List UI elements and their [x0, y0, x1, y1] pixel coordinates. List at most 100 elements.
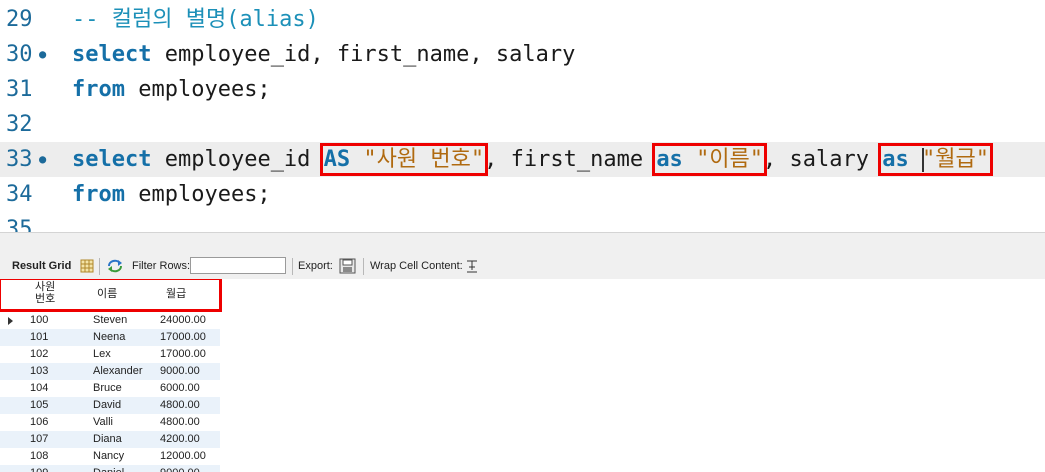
panel-splitter[interactable]	[0, 232, 1045, 255]
table-row[interactable]: 109 Daniel 9000.00	[0, 465, 220, 472]
alias-box-2: as "이름"	[652, 143, 768, 176]
sql-token: employee_id	[151, 147, 324, 172]
table-cell[interactable]: Daniel	[93, 465, 124, 472]
sql-keyword: AS	[323, 147, 351, 172]
table-row[interactable]: 101 Neena 17000.00	[0, 329, 220, 346]
code-line[interactable]: 35	[0, 212, 1045, 232]
table-row[interactable]: 103 Alexander 9000.00	[0, 363, 220, 380]
alias-box-1: AS "사원 번호"	[319, 143, 489, 176]
header-highlight-box	[0, 279, 222, 312]
code-line[interactable]: 29 -- 컬럼의 별명(alias)	[0, 2, 1045, 37]
table-row[interactable]: 100 Steven 24000.00	[0, 312, 220, 329]
sql-token: , salary	[763, 147, 883, 172]
table-cell[interactable]: Valli	[93, 414, 113, 431]
grid-header: 사원 번호 이름 월급	[0, 279, 222, 312]
code-line[interactable]: 32	[0, 107, 1045, 142]
table-row[interactable]: 108 Nancy 12000.00	[0, 448, 220, 465]
fold-marker-icon[interactable]: ●	[39, 37, 46, 72]
filter-rows-label: Filter Rows:	[132, 260, 191, 272]
table-cell[interactable]: 104	[30, 380, 48, 397]
table-cell[interactable]: 4200.00	[160, 431, 200, 448]
table-cell[interactable]: Neena	[93, 329, 125, 346]
table-cell[interactable]: 4800.00	[160, 397, 200, 414]
code-line[interactable]: 30 ● select employee_id, first_name, salar…	[0, 37, 1045, 72]
table-cell[interactable]: Diana	[93, 431, 122, 448]
sql-comment: -- 컬럼의 별명(alias)	[72, 7, 319, 32]
table-cell[interactable]: Lex	[93, 346, 111, 363]
table-cell[interactable]: 12000.00	[160, 448, 206, 465]
table-row[interactable]: 106 Valli 4800.00	[0, 414, 220, 431]
table-cell[interactable]: David	[93, 397, 121, 414]
code-text: -- 컬럼의 별명(alias)	[72, 2, 319, 37]
result-grid[interactable]: 사원 번호 이름 월급 100 Steven 24000.00 101 Neena 1700…	[0, 279, 1045, 472]
table-cell[interactable]: Nancy	[93, 448, 124, 465]
toolbar-divider	[99, 258, 100, 275]
table-cell[interactable]: 103	[30, 363, 48, 380]
row-pointer-icon	[8, 317, 13, 325]
wrap-cell-label: Wrap Cell Content:	[370, 260, 463, 272]
sql-keyword: from	[72, 182, 125, 207]
table-row[interactable]: 105 David 4800.00	[0, 397, 220, 414]
table-cell[interactable]: 101	[30, 329, 48, 346]
table-cell[interactable]: 17000.00	[160, 346, 206, 363]
toolbar-divider	[292, 258, 293, 275]
table-row[interactable]: 104 Bruce 6000.00	[0, 380, 220, 397]
code-text: select employee_id, first_name, salary	[72, 37, 575, 72]
wrap-text-icon[interactable]	[466, 254, 478, 279]
result-grid-tab[interactable]: Result Grid	[12, 254, 71, 279]
table-cell[interactable]: 105	[30, 397, 48, 414]
table-cell[interactable]: 109	[30, 465, 48, 472]
sql-string: "사원 번호"	[363, 147, 485, 172]
table-row[interactable]: 102 Lex 17000.00	[0, 346, 220, 363]
table-cell[interactable]: Alexander	[93, 363, 143, 380]
sql-keyword: select	[72, 42, 152, 67]
sql-token: employee_id, first_name, salary	[151, 42, 576, 67]
table-cell[interactable]: 107	[30, 431, 48, 448]
filter-rows-input[interactable]	[190, 257, 286, 274]
sql-token: employees;	[124, 77, 271, 102]
export-icon[interactable]	[339, 254, 356, 279]
export-label: Export:	[298, 260, 333, 272]
code-line[interactable]: 33 ● select employee_id AS "사원 번호", first_…	[0, 142, 1045, 177]
table-cell[interactable]: 100	[30, 312, 48, 329]
sql-string: "이름"	[696, 147, 764, 172]
table-cell[interactable]: 108	[30, 448, 48, 465]
fold-marker-icon[interactable]: ●	[39, 142, 46, 177]
code-text: from employees;	[72, 72, 271, 107]
line-number: 34	[6, 182, 33, 207]
table-cell[interactable]: 4800.00	[160, 414, 200, 431]
sql-keyword: select	[72, 147, 152, 172]
sql-editor[interactable]: 29 -- 컬럼의 별명(alias) 30 ● select employee_id,…	[0, 0, 1045, 232]
table-row[interactable]: 107 Diana 4200.00	[0, 431, 220, 448]
result-toolbar: Result Grid Filter Rows: Export: Wrap Ce…	[0, 254, 1045, 280]
table-cell[interactable]: 9000.00	[160, 465, 200, 472]
line-number: 30	[6, 42, 33, 67]
line-number: 33	[6, 147, 33, 172]
code-line[interactable]: 31 from employees;	[0, 72, 1045, 107]
code-text: from employees;	[72, 177, 271, 212]
table-cell[interactable]: 17000.00	[160, 329, 206, 346]
line-number: 32	[6, 112, 33, 137]
line-number: 35	[6, 217, 33, 232]
table-cell[interactable]: 6000.00	[160, 380, 200, 397]
sql-keyword: as	[656, 147, 683, 172]
line-number: 29	[6, 7, 33, 32]
table-cell[interactable]: 102	[30, 346, 48, 363]
grid-view-icon[interactable]	[80, 254, 94, 279]
table-cell[interactable]: Bruce	[93, 380, 122, 397]
table-cell[interactable]: 106	[30, 414, 48, 431]
alias-box-3: as "월급"	[878, 143, 993, 176]
table-cell[interactable]: Steven	[93, 312, 127, 329]
sql-keyword: as	[882, 147, 909, 172]
line-number: 31	[6, 77, 33, 102]
sql-keyword: from	[72, 77, 125, 102]
table-cell[interactable]: 9000.00	[160, 363, 200, 380]
code-line[interactable]: 34 from employees;	[0, 177, 1045, 212]
sql-token: , first_name	[484, 147, 657, 172]
refresh-icon[interactable]	[107, 254, 123, 279]
table-cell[interactable]: 24000.00	[160, 312, 206, 329]
code-text: select employee_id AS "사원 번호", first_nam…	[72, 142, 993, 177]
